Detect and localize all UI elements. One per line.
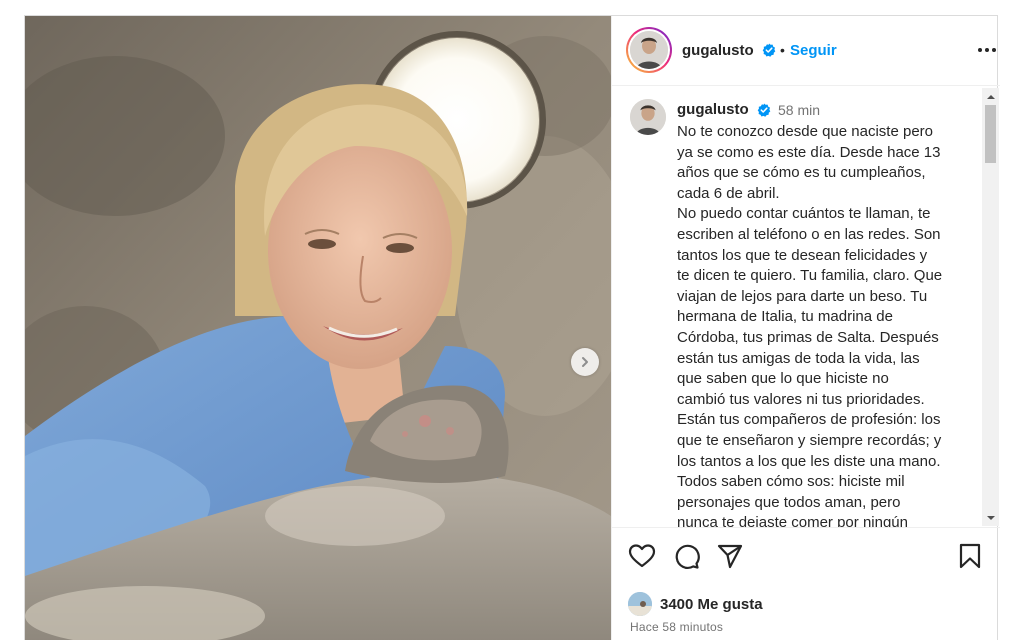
next-photo-button[interactable] (571, 348, 599, 376)
heart-icon[interactable] (628, 542, 656, 570)
follow-button[interactable]: Seguir (790, 42, 837, 59)
liker-avatar-image (628, 592, 652, 616)
caption-timestamp: 58 min (778, 102, 821, 118)
scroll-up-button[interactable] (982, 88, 999, 105)
verified-badge-icon (757, 103, 771, 117)
story-ring[interactable] (626, 27, 672, 73)
post-side-panel: gugalusto • Seguir gugalusto 58 min No t… (611, 16, 1000, 640)
caption-avatar[interactable] (630, 99, 666, 135)
scroll-down-button[interactable] (982, 509, 999, 526)
post-actions: 3400 Me gusta Hace 58 minutos (612, 527, 1000, 640)
selfie-image (25, 16, 611, 640)
scroll-thumb[interactable] (985, 105, 996, 163)
post-time-ago: Hace 58 minutos (630, 620, 724, 634)
caption-avatar-image (630, 99, 666, 135)
caption-text: No te conozco desde que naciste pero ya … (677, 123, 943, 527)
avatar (630, 31, 668, 69)
bookmark-icon[interactable] (956, 542, 984, 570)
paper-plane-icon[interactable] (716, 542, 744, 570)
post-photo[interactable] (25, 16, 611, 640)
separator-dot: • (780, 42, 785, 58)
caption-area: gugalusto 58 min No te conozco desde que… (612, 87, 1000, 527)
comment-icon[interactable] (672, 542, 700, 570)
avatar-image (630, 31, 668, 69)
likes-count: 3400 Me gusta (660, 595, 763, 613)
avatar-border (628, 29, 670, 71)
verified-badge-icon (762, 43, 776, 57)
likes-row[interactable]: 3400 Me gusta (628, 592, 763, 616)
caption-scrollbar[interactable] (982, 88, 999, 526)
caption-username[interactable]: gugalusto (677, 101, 749, 118)
more-options-icon[interactable] (976, 40, 998, 60)
instagram-post: gugalusto • Seguir gugalusto 58 min No t… (24, 15, 1000, 640)
liker-avatar (628, 592, 652, 616)
chevron-right-icon (582, 357, 588, 367)
header-username[interactable]: gugalusto (682, 42, 754, 59)
triangle-down-icon (986, 515, 995, 520)
post-header: gugalusto • Seguir (612, 16, 1000, 86)
triangle-up-icon (986, 94, 995, 99)
